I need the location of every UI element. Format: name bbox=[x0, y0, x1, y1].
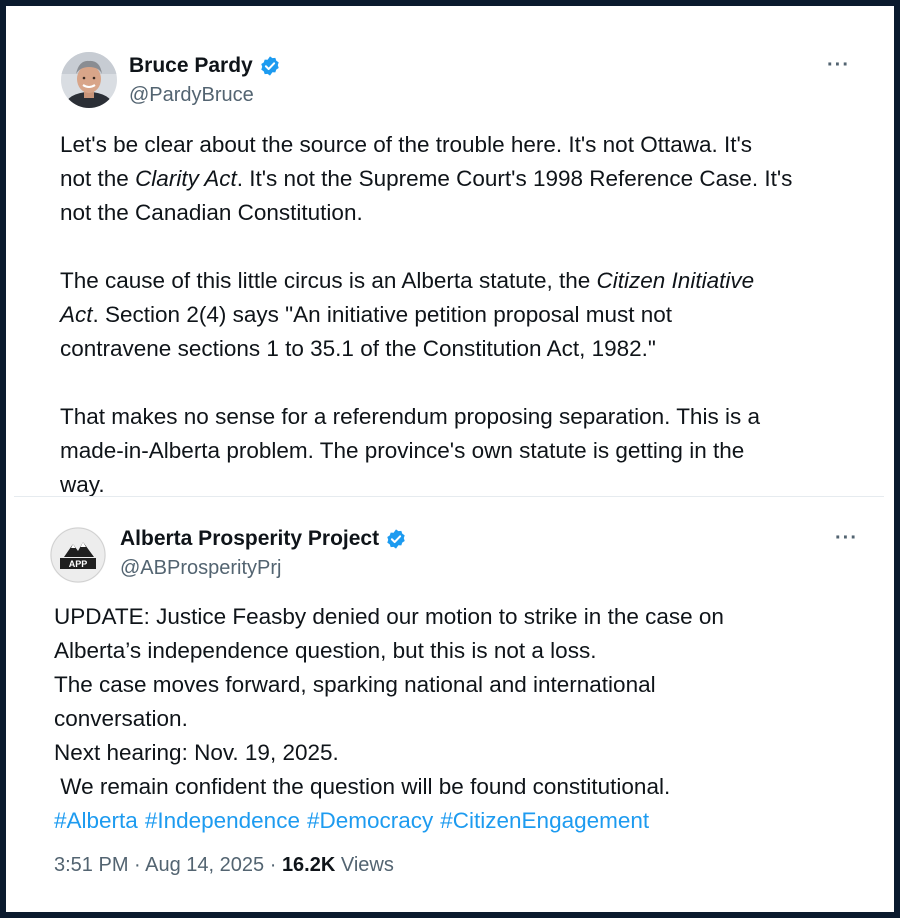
text-segment: not the bbox=[60, 166, 136, 191]
screenshot-frame: Bruce Pardy @PardyBruce ··· Let's be cle… bbox=[6, 6, 894, 912]
italic-title-clarity-act: Clarity Act bbox=[135, 166, 237, 191]
hashtag-link[interactable]: #Independence bbox=[145, 808, 300, 833]
text-segment: . Section 2(4) says "An initiative petit… bbox=[92, 302, 673, 327]
verified-badge-icon bbox=[385, 528, 407, 550]
text-segment: . It's not the Supreme Court's 1998 Refe… bbox=[236, 166, 793, 191]
hashtag-link[interactable]: #Alberta bbox=[54, 808, 138, 833]
avatar-logo-text: APP bbox=[69, 559, 88, 569]
tweet-date[interactable]: Aug 14, 2025 bbox=[145, 854, 264, 876]
avatar-alberta-prosperity-project[interactable]: APP bbox=[50, 527, 106, 583]
text-line: We remain confident the question will be… bbox=[54, 774, 671, 799]
text-line: That makes no sense for a referendum pro… bbox=[60, 404, 760, 429]
tweet-card-alberta-prosperity-project[interactable]: APP Alberta Prosperity Project @ABProspe… bbox=[14, 496, 884, 905]
separator-dot: · bbox=[128, 854, 146, 876]
tweet-metadata: 3:51 PM · Aug 14, 2025 · 16.2K Views bbox=[54, 854, 394, 877]
text-line: UPDATE: Justice Feasby denied our motion… bbox=[54, 604, 724, 629]
text-line: made-in-Alberta problem. The province's … bbox=[60, 438, 745, 463]
italic-title-act: Act bbox=[60, 302, 93, 327]
tweet-paragraph-1: Let's be clear about the source of the t… bbox=[60, 128, 870, 230]
app-logo-image: APP bbox=[50, 527, 106, 583]
tweet-text: Let's be clear about the source of the t… bbox=[60, 128, 870, 502]
tweet-paragraph-2: The cause of this little circus is an Al… bbox=[60, 264, 870, 366]
author-name-row: Alberta Prosperity Project bbox=[120, 527, 407, 551]
text-line: not the Clarity Act. It's not the Suprem… bbox=[60, 162, 870, 196]
avatar-portrait-image bbox=[61, 52, 117, 108]
text-line: conversation. bbox=[54, 706, 188, 731]
text-line: The case moves forward, sparking nationa… bbox=[54, 672, 656, 697]
verified-badge-icon bbox=[259, 55, 281, 77]
separator-dot: · bbox=[264, 854, 282, 876]
author-name[interactable]: Bruce Pardy bbox=[129, 54, 253, 78]
tweet-paragraph-3: That makes no sense for a referendum pro… bbox=[60, 400, 870, 502]
text-line: contravene sections 1 to 35.1 of the Con… bbox=[60, 336, 656, 361]
hashtag-row: #Alberta #Independence #Democracy #CitizenE… bbox=[54, 804, 874, 838]
more-options-icon[interactable]: ··· bbox=[835, 527, 858, 550]
text-line: not the Canadian Constitution. bbox=[60, 200, 363, 225]
text-line: Let's be clear about the source of the t… bbox=[60, 132, 753, 157]
views-count[interactable]: 16.2K bbox=[282, 854, 335, 876]
text-line: Act. Section 2(4) says "An initiative pe… bbox=[60, 298, 870, 332]
text-line: Alberta’s independence question, but thi… bbox=[54, 638, 597, 663]
avatar-bruce-pardy[interactable] bbox=[61, 52, 117, 108]
author-name[interactable]: Alberta Prosperity Project bbox=[120, 527, 379, 551]
views-label: Views bbox=[335, 854, 394, 876]
italic-title-citizen-initiative: Citizen Initiative bbox=[596, 268, 755, 293]
tweet-text: UPDATE: Justice Feasby denied our motion… bbox=[54, 600, 874, 838]
author-handle[interactable]: @ABProsperityPrj bbox=[120, 557, 281, 580]
hashtag-link[interactable]: #CitizenEngagement bbox=[440, 808, 649, 833]
author-handle[interactable]: @PardyBruce bbox=[129, 84, 254, 107]
author-name-row: Bruce Pardy bbox=[129, 54, 281, 78]
hashtag-link[interactable]: #Democracy bbox=[307, 808, 433, 833]
text-line: The cause of this little circus is an Al… bbox=[60, 264, 870, 298]
text-line: Next hearing: Nov. 19, 2025. bbox=[54, 740, 339, 765]
text-segment: The cause of this little circus is an Al… bbox=[60, 268, 597, 293]
tweet-card-bruce-pardy[interactable]: Bruce Pardy @PardyBruce ··· Let's be cle… bbox=[26, 18, 886, 498]
tweet-time[interactable]: 3:51 PM bbox=[54, 854, 128, 876]
more-options-icon[interactable]: ··· bbox=[827, 54, 850, 77]
